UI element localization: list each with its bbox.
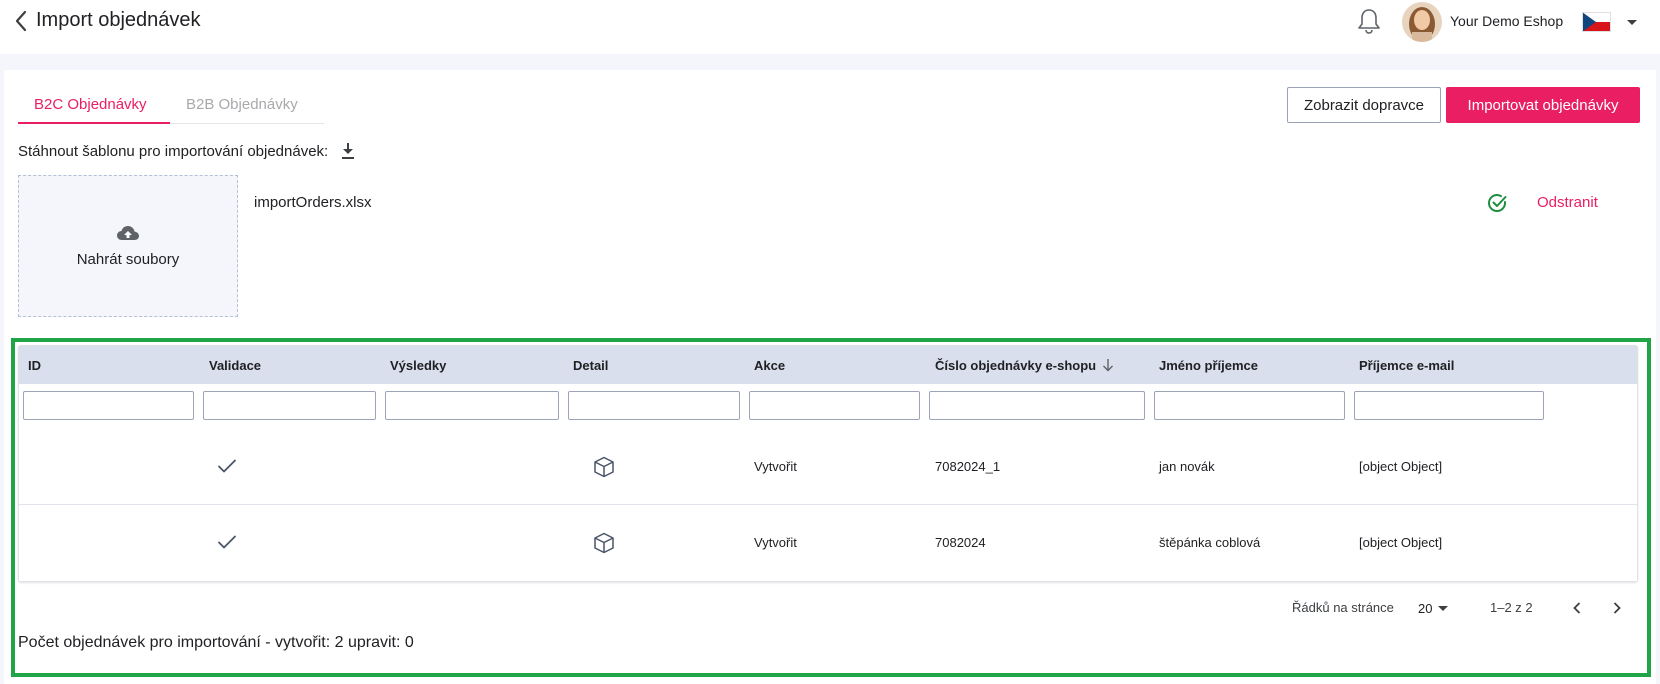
column-header-detail[interactable]: Detail (573, 358, 608, 373)
filter-input-id[interactable] (23, 391, 194, 420)
column-header-recipient-email[interactable]: Příjemce e-mail (1359, 358, 1454, 373)
chevron-down-icon (1438, 605, 1449, 611)
validation-check-icon (217, 533, 237, 551)
table-row[interactable]: Vytvořit 7082024_1 jan novák [object Obj… (19, 429, 1637, 505)
cell-order-number: 7082024 (935, 535, 986, 550)
filter-input-results[interactable] (385, 391, 559, 420)
tab-b2b-orders[interactable]: B2B Objednávky (170, 90, 324, 124)
back-arrow-icon[interactable] (10, 8, 32, 34)
upload-label: Nahrát soubory (76, 251, 180, 268)
detail-cube-icon[interactable] (592, 455, 616, 479)
cell-recipient-name: štěpánka coblová (1159, 535, 1261, 550)
notification-bell-icon[interactable] (1356, 7, 1382, 35)
validation-check-icon (217, 457, 237, 475)
cell-order-number: 7082024_1 (935, 459, 1001, 474)
chevron-right-icon (1613, 602, 1621, 614)
column-header-id[interactable]: ID (28, 358, 41, 373)
remove-file-link[interactable]: Odstranit (1537, 194, 1598, 211)
page-title: Import objednávek (36, 9, 201, 31)
column-header-results[interactable]: Výsledky (390, 358, 446, 373)
column-header-recipient-name[interactable]: Jméno příjemce (1159, 358, 1258, 373)
orders-table: ID Validace Výsledky Detail Akce Číslo o… (18, 345, 1638, 582)
sort-descending-icon[interactable] (1102, 358, 1114, 375)
cell-action: Vytvořit (754, 459, 797, 474)
filter-input-validation[interactable] (203, 391, 376, 420)
tab-b2c-orders[interactable]: B2C Objednávky (18, 90, 170, 124)
rows-per-page-label: Řádků na stránce (1292, 600, 1394, 615)
import-orders-button[interactable]: Importovat objednávky (1446, 87, 1640, 123)
column-header-order-number-label: Číslo objednávky e-shopu (935, 358, 1097, 373)
pagination-range: 1–2 z 2 (1490, 600, 1533, 615)
table-header: ID Validace Výsledky Detail Akce Číslo o… (19, 346, 1637, 384)
cloud-upload-icon (116, 224, 140, 247)
detail-cube-icon[interactable] (592, 531, 616, 555)
show-carriers-button[interactable]: Zobrazit dopravce (1287, 87, 1441, 123)
template-download-row: Stáhnout šablonu pro importování objedná… (18, 141, 358, 161)
check-circle-icon (1485, 191, 1509, 215)
user-avatar[interactable] (1402, 2, 1442, 42)
cell-action: Vytvořit (754, 535, 797, 550)
column-header-validation[interactable]: Validace (209, 358, 261, 373)
import-summary: Počet objednávek pro importování - vytvo… (18, 634, 414, 651)
language-dropdown-caret-icon[interactable] (1627, 20, 1637, 25)
cell-recipient-name: jan novák (1159, 459, 1215, 474)
filter-input-recipient-email[interactable] (1354, 391, 1544, 420)
uploaded-file-name: importOrders.xlsx (254, 194, 372, 211)
next-page-button[interactable] (1605, 597, 1629, 619)
column-header-action[interactable]: Akce (754, 358, 785, 373)
order-type-tabs: B2C Objednávky B2B Objednávky (18, 90, 324, 124)
column-header-order-number[interactable]: Číslo objednávky e-shopu (935, 358, 1114, 375)
cell-recipient-email: [object Object] (1359, 459, 1443, 474)
rows-per-page-select[interactable]: 20 (1418, 598, 1456, 618)
filter-input-action[interactable] (749, 391, 920, 420)
shop-name[interactable]: Your Demo Eshop (1450, 13, 1563, 29)
filter-input-recipient-name[interactable] (1154, 391, 1345, 420)
file-upload-dropzone[interactable]: Nahrát soubory (18, 175, 238, 317)
czech-flag-icon[interactable] (1582, 12, 1611, 32)
rows-per-page-value: 20 (1418, 600, 1433, 616)
download-icon[interactable] (338, 141, 358, 161)
chevron-left-icon (1573, 602, 1581, 614)
template-label: Stáhnout šablonu pro importování objedná… (18, 142, 329, 160)
filter-input-order-number[interactable] (929, 391, 1145, 420)
cell-recipient-email: [object Object] (1359, 535, 1443, 550)
filter-input-detail[interactable] (568, 391, 740, 420)
top-bar: Import objednávek Your Demo Eshop (0, 0, 1660, 54)
previous-page-button[interactable] (1565, 597, 1589, 619)
table-row[interactable]: Vytvořit 7082024 štěpánka coblová [objec… (19, 505, 1637, 581)
